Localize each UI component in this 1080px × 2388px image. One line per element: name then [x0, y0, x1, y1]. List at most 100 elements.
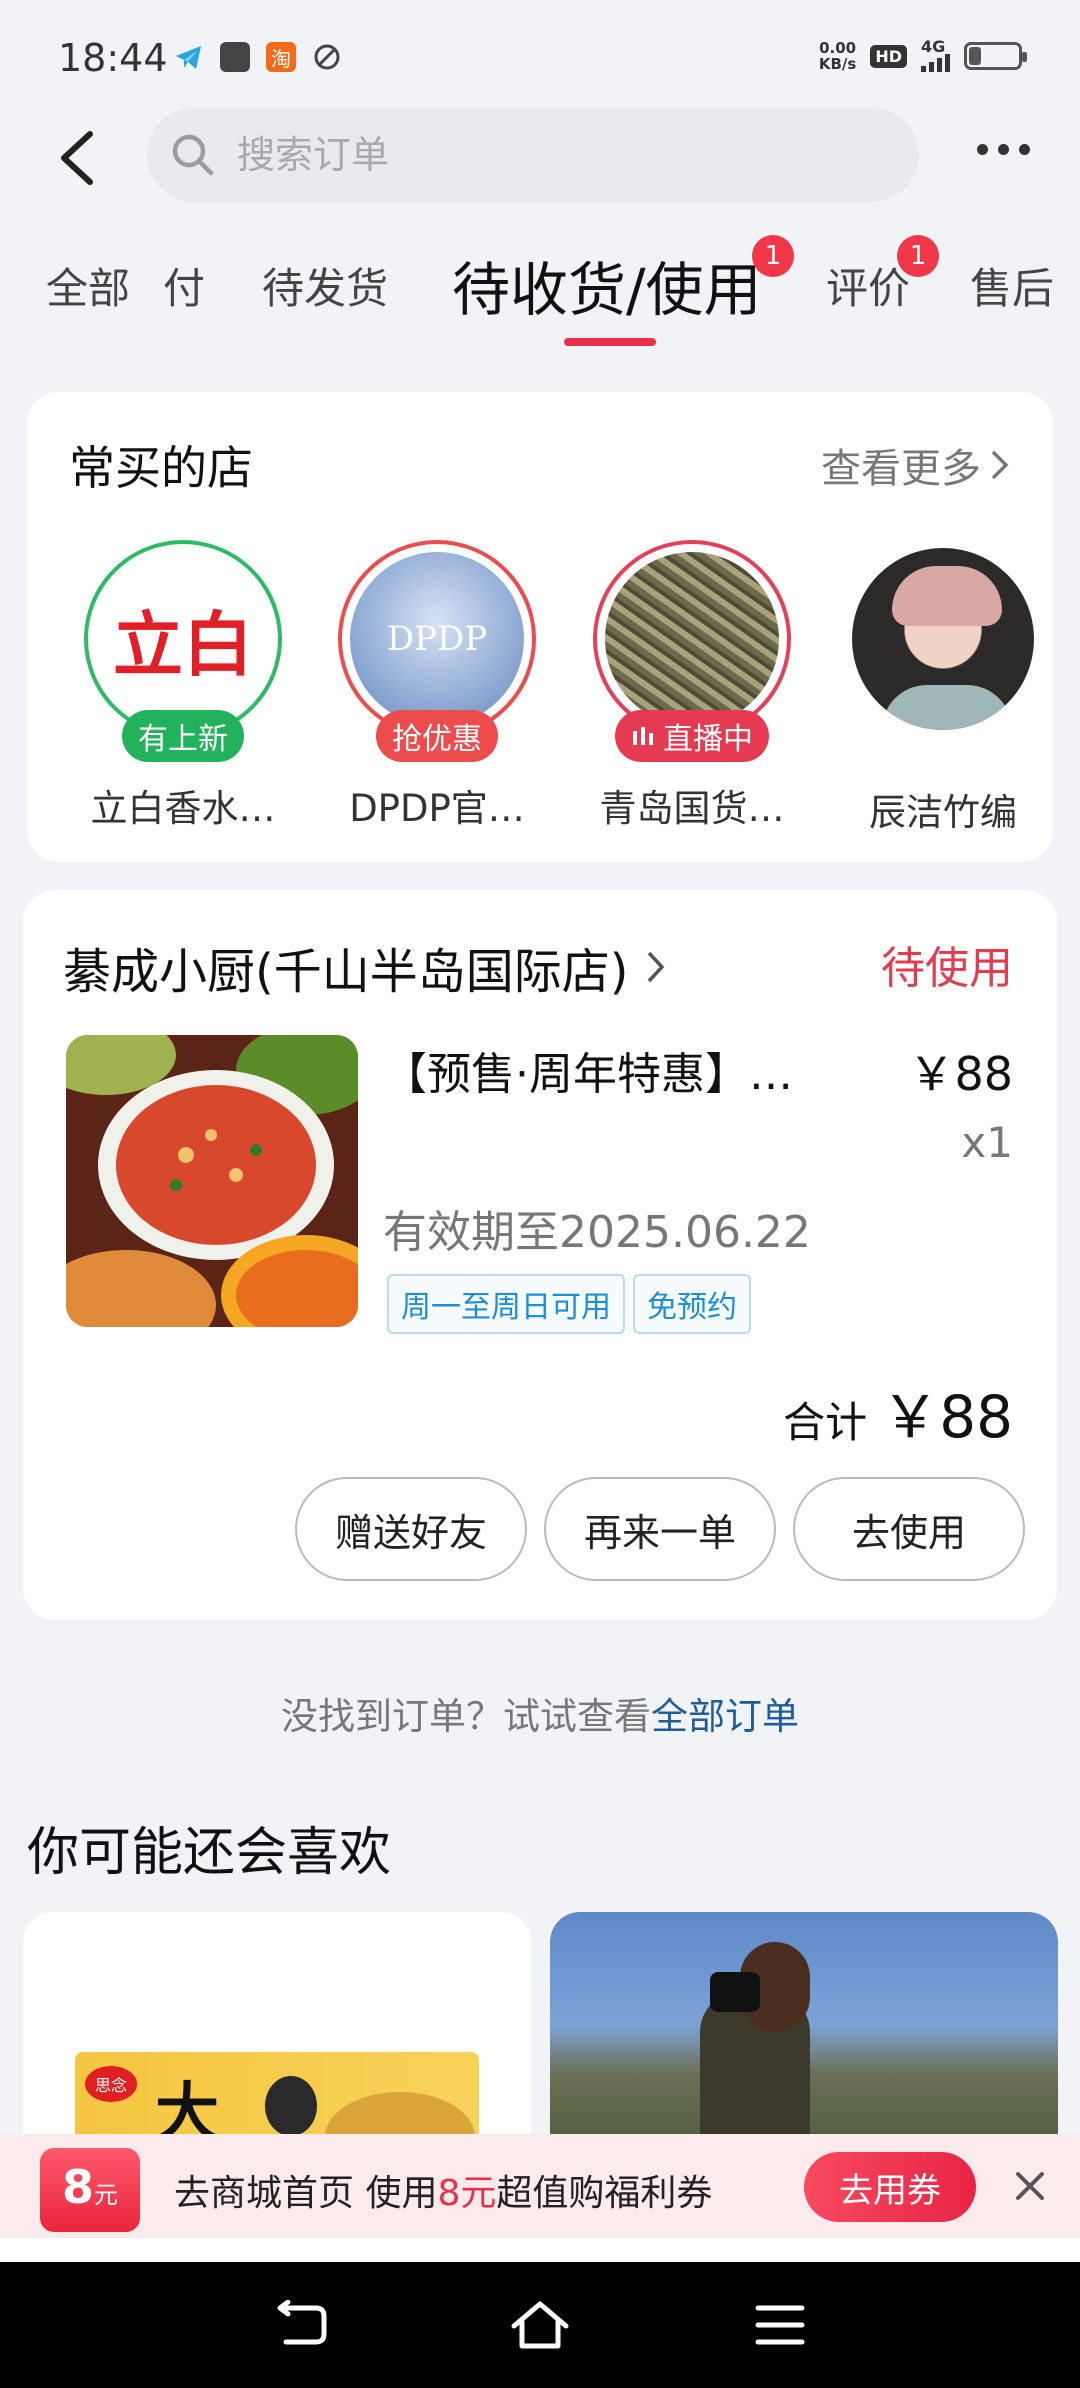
tab-after-sales[interactable]: 售后 [970, 255, 1054, 316]
product-quantity: x1 [961, 1118, 1013, 1167]
chevron-right-icon [648, 951, 665, 983]
order-tabs: 全部 付 待发货 待收货/使用 1 评价 1 售后 [0, 235, 1080, 355]
back-nav-icon[interactable] [270, 2300, 330, 2350]
signal-icon [921, 54, 950, 72]
menu-nav-icon[interactable] [750, 2300, 810, 2350]
close-icon[interactable] [1008, 2164, 1052, 2208]
recommend-product-card[interactable]: 思念 大 [23, 1912, 531, 2162]
store-avatar-ring [848, 544, 1038, 734]
tab-badge: 1 [752, 235, 794, 277]
tab-badge: 1 [897, 235, 939, 277]
store-avatar [852, 548, 1034, 730]
store-item[interactable]: DPDP 抢优惠 DPDP官… [327, 540, 547, 832]
active-tab-indicator [564, 338, 656, 346]
coupon-text-before: 去商城首页 使用 [174, 2173, 438, 2214]
shop-name-link[interactable]: 綦成小厨(千山半岛国际店) [63, 932, 668, 1002]
order-card: 綦成小厨(千山半岛国际店) 待使用 【预售·周年特惠】… ￥88 x1 有效期至… [23, 890, 1057, 1620]
product-tag: 周一至周日可用 [387, 1274, 625, 1334]
tab-pending-receipt-use[interactable]: 待收货/使用 [452, 243, 762, 327]
coupon-text-after: 超值购福利券 [496, 2173, 713, 2214]
back-icon[interactable] [50, 128, 110, 188]
tab-review[interactable]: 评价 [826, 255, 910, 316]
not-found-hint: 没找到订单？试试查看全部订单 [0, 1686, 1080, 1740]
coupon-badge: 8元 [40, 2148, 140, 2232]
store-name: 辰洁竹编 [869, 791, 1017, 834]
frequent-stores-card: 常买的店 查看更多 立白 有上新 立白香水… DPDP 抢优惠 DPDP官… 直… [27, 392, 1053, 862]
coupon-badge-unit: 元 [94, 2181, 118, 2209]
home-nav-icon[interactable] [510, 2300, 570, 2350]
product-price: ￥88 [908, 1047, 1013, 1101]
total-label: 合计 [783, 1398, 868, 1447]
system-nav-bar [0, 2262, 1080, 2388]
chevron-right-icon [991, 450, 1009, 480]
store-avatar-ring: 立白 有上新 [84, 540, 282, 762]
order-status: 待使用 [881, 943, 1013, 994]
use-coupon-button[interactable]: 去用券 [804, 2152, 976, 2222]
hint-text: 没找到订单？试试查看 [281, 1695, 651, 1738]
notification-icons: 淘 [174, 42, 342, 72]
battery-icon [964, 42, 1027, 70]
gift-to-friend-button[interactable]: 赠送好友 [295, 1477, 527, 1581]
reorder-button[interactable]: 再来一单 [544, 1477, 776, 1581]
product-tags: 周一至周日可用 免预约 [387, 1274, 751, 1334]
search-bar[interactable] [147, 108, 919, 202]
coupon-badge-value: 8 [61, 2160, 94, 2214]
store-tag-label: 直播中 [663, 722, 753, 757]
section-title: 常买的店 [69, 441, 253, 495]
hd-icon: HD [870, 44, 907, 68]
use-button[interactable]: 去使用 [793, 1477, 1025, 1581]
square-app-icon [220, 42, 250, 72]
net-speed-value: 0.00 [819, 39, 857, 57]
bottom-spacer [0, 2238, 1080, 2262]
store-avatar-ring: DPDP 抢优惠 [338, 540, 536, 762]
product-tag: 免预约 [633, 1274, 751, 1334]
tab-pending-payment[interactable]: 付 [163, 255, 205, 316]
net-speed-unit: KB/s [818, 55, 857, 73]
status-time: 18:44 [58, 36, 168, 80]
tab-pending-shipment[interactable]: 待发货 [262, 255, 388, 316]
coupon-text: 去商城首页 使用8元超值购福利券 [174, 2164, 712, 2216]
more-options-icon[interactable] [977, 144, 1030, 155]
store-logo-text: DPDP [386, 619, 488, 659]
net-speed: 0.00 KB/s [819, 40, 856, 72]
leaf-icon [314, 44, 340, 70]
store-name: DPDP官… [349, 787, 525, 830]
tab-all[interactable]: 全部 [46, 255, 130, 316]
live-icon [633, 727, 653, 745]
store-image [605, 552, 779, 726]
store-logo: DPDP [350, 552, 524, 726]
store-item[interactable]: 直播中 青岛国货… [582, 540, 802, 832]
store-avatar-ring: 直播中 [593, 540, 791, 762]
product-expiry: 有效期至2025.06.22 [383, 1207, 811, 1258]
search-icon [172, 134, 214, 176]
store-item[interactable]: 辰洁竹编 [833, 540, 1053, 836]
store-name: 立白香水… [90, 787, 276, 830]
status-indicators: 0.00 KB/s HD 4G [819, 37, 1027, 72]
product-title[interactable]: 【预售·周年特惠】… [383, 1038, 793, 1102]
store-logo: 立白 [96, 552, 270, 726]
network-type: 4G [921, 37, 946, 56]
coupon-banner[interactable]: 8元 去商城首页 使用8元超值购福利券 去用券 [0, 2134, 1080, 2238]
total-amount: ￥88 [881, 1383, 1013, 1451]
all-orders-link[interactable]: 全部订单 [651, 1695, 799, 1738]
order-total: 合计 ￥88 [783, 1370, 1013, 1454]
header [0, 108, 1080, 203]
store-tag: 抢优惠 [376, 710, 498, 762]
status-bar: 18:44 淘 0.00 KB/s HD 4G [0, 0, 1080, 115]
see-more-link[interactable]: 查看更多 [821, 436, 1011, 494]
brand-logo: 思念 [85, 2066, 137, 2102]
taobao-icon: 淘 [266, 42, 296, 72]
recommend-title: 你可能还会喜欢 [27, 1823, 392, 1883]
store-name: 青岛国货… [599, 787, 785, 830]
store-tag: 直播中 [615, 710, 769, 762]
telegram-icon [176, 46, 201, 69]
store-logo-text: 立白 [113, 603, 253, 686]
order-actions: 赠送好友 再来一单 去使用 [295, 1477, 1025, 1581]
search-input[interactable] [237, 133, 877, 177]
see-more-label: 查看更多 [821, 446, 981, 492]
store-item[interactable]: 立白 有上新 立白香水… [73, 540, 293, 832]
coupon-text-amount: 8元 [437, 2173, 497, 2214]
product-image[interactable] [66, 1035, 358, 1327]
recommend-product-card[interactable] [550, 1912, 1058, 2162]
store-tag: 有上新 [122, 710, 244, 762]
